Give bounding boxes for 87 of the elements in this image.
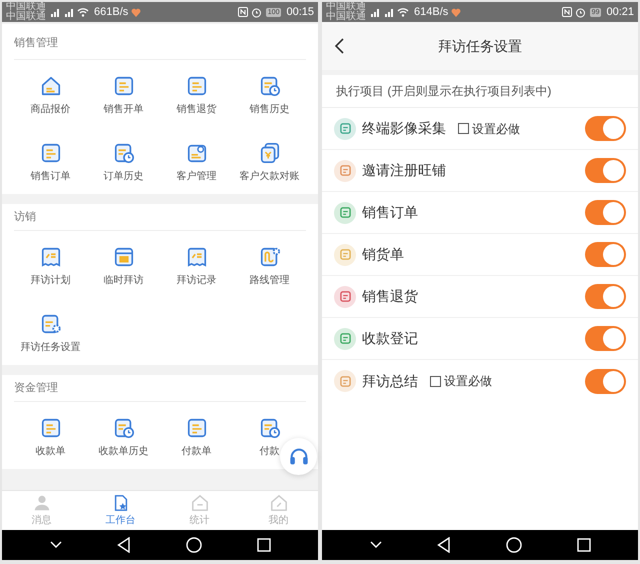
menu-item-label[interactable]: 销售订单 [30, 169, 70, 184]
wifi-icon [397, 7, 409, 17]
heart-icon [131, 8, 142, 16]
task-label: 终端影像采集 [362, 119, 446, 138]
task-label: 邀请注册旺铺 [362, 161, 446, 180]
home-circle-icon [186, 537, 202, 553]
document-clock-icon [112, 417, 134, 439]
menu-item-label[interactable]: 商品报价 [30, 102, 70, 117]
headset-icon [288, 446, 310, 468]
section-label: 执行项目 (开启则显示在执行项目列表中) [322, 75, 638, 108]
signal-icon [383, 7, 394, 17]
network-speed: 661B/s [94, 4, 128, 20]
house-icon [40, 75, 62, 97]
required-checkbox[interactable]: 设置必做 [458, 120, 520, 138]
section-title: 资金管理 [14, 380, 58, 396]
document-clock-icon [258, 75, 280, 97]
nfc-icon [562, 7, 572, 17]
carrier-label: 中国联通 [6, 12, 46, 22]
carrier-label: 中国联通 [326, 2, 366, 12]
toggle-switch[interactable] [585, 368, 626, 394]
toggle-switch[interactable] [585, 200, 626, 225]
house-chart-icon [190, 494, 208, 512]
signal-icon [369, 7, 380, 17]
section-title: 访销 [14, 210, 36, 225]
menu-item-label[interactable]: 临时拜访 [104, 273, 144, 288]
toggle-switch[interactable] [585, 116, 626, 141]
menu-item-label[interactable]: 拜访记录 [176, 273, 216, 288]
clock-time: 00:21 [606, 4, 634, 20]
task-label: 拜访总结 [362, 372, 418, 390]
task-label: 销售订单 [362, 203, 418, 222]
receipt-icon [40, 246, 62, 268]
signal-icon [49, 7, 60, 17]
menu-item-label[interactable]: 路线管理 [250, 273, 290, 288]
document-person-icon [186, 142, 208, 164]
document-icon [40, 142, 62, 164]
menu-item-label[interactable]: 销售历史 [250, 102, 290, 117]
menu-item-label[interactable]: 客户管理 [176, 169, 216, 184]
task-label: 收款登记 [362, 329, 418, 348]
back-triangle-icon [436, 537, 450, 553]
menu-item-label[interactable]: 收款单历史 [98, 444, 148, 459]
network-speed: 614B/s [414, 4, 448, 20]
route-gear-icon [258, 246, 280, 268]
toggle-switch[interactable] [585, 326, 626, 351]
menu-item-label[interactable]: 销售退货 [176, 102, 216, 117]
chevron-down-icon [370, 541, 382, 549]
menu-item-label[interactable]: 收款单 [36, 444, 66, 459]
calendar-icon [112, 246, 134, 268]
back-icon [334, 38, 344, 54]
home-circle-icon [506, 537, 522, 553]
person-icon [32, 494, 50, 512]
menu-item-label[interactable]: 拜访任务设置 [20, 340, 80, 355]
menu-item-label[interactable]: 销售开单 [104, 102, 144, 117]
task-label: 销货单 [362, 245, 404, 264]
menu-item-label[interactable]: 付款 [260, 444, 280, 459]
toggle-switch[interactable] [585, 158, 626, 183]
menu-item-label[interactable]: 拜访计划 [30, 273, 70, 288]
document-clock-icon [112, 142, 134, 164]
toggle-switch[interactable] [585, 284, 626, 309]
house-icon [270, 494, 288, 512]
carrier-label: 中国联通 [326, 12, 366, 22]
menu-item-label[interactable]: 客户欠款对账 [240, 169, 300, 184]
document-gear-icon [40, 313, 62, 335]
required-checkbox[interactable]: 设置必做 [430, 372, 492, 390]
carrier-label: 中国联通 [6, 2, 46, 12]
document-icon [186, 417, 208, 439]
section-title: 销售管理 [14, 36, 58, 50]
wifi-icon [77, 7, 89, 17]
signal-icon [63, 7, 74, 17]
heart-icon [451, 8, 462, 16]
back-triangle-icon [116, 537, 130, 553]
task-label: 销售退货 [362, 287, 418, 306]
document-icon [186, 75, 208, 97]
chevron-down-icon [50, 541, 62, 549]
recents-square-icon [256, 538, 270, 552]
document-icon [40, 417, 62, 439]
menu-item-label[interactable]: 订单历史 [104, 169, 144, 184]
tab-item[interactable]: 工作台 [81, 491, 160, 530]
document-clock-icon [258, 417, 280, 439]
recents-square-icon [576, 538, 590, 552]
toggle-switch[interactable] [585, 242, 626, 267]
stacked-cards-icon [258, 142, 280, 164]
nfc-icon [238, 7, 248, 17]
screen-title: 拜访任务设置 [437, 36, 523, 56]
receipt-icon [186, 246, 208, 268]
menu-item-label[interactable]: 付款单 [182, 444, 212, 459]
clock-time: 00:15 [286, 4, 314, 20]
document-icon [112, 75, 134, 97]
